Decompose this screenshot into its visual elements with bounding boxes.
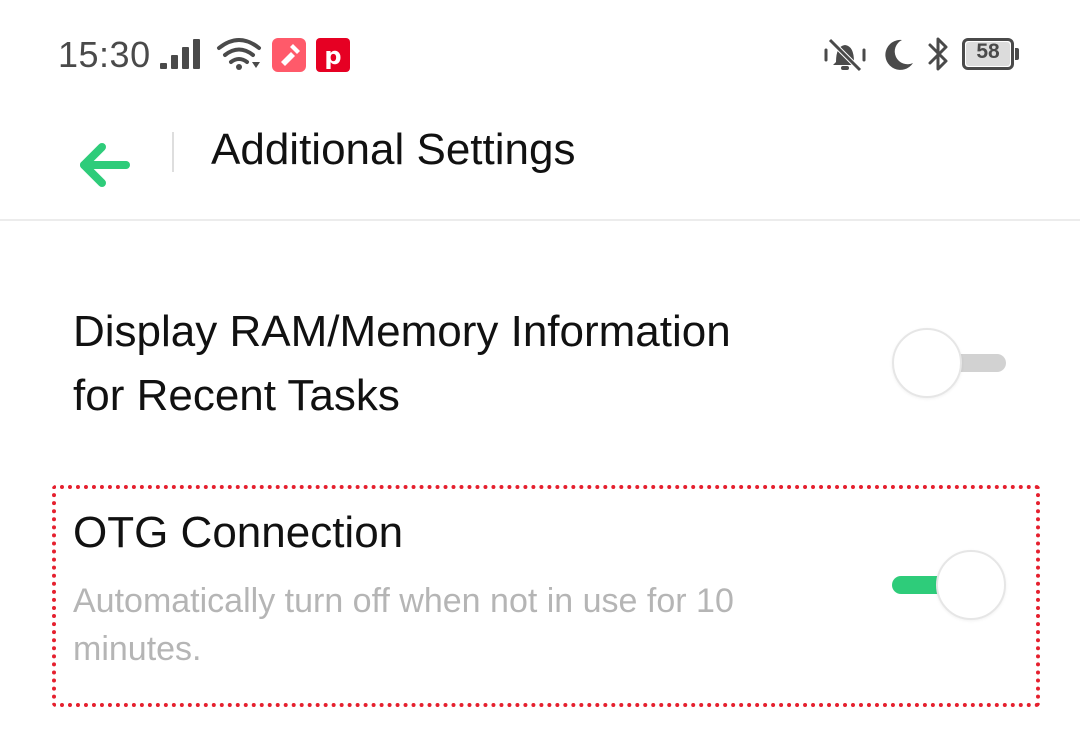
app-bar: Additional Settings (0, 105, 1080, 221)
ram-info-toggle[interactable] (890, 325, 1010, 401)
svg-text:p: p (324, 42, 341, 70)
back-button[interactable] (64, 119, 148, 203)
otg-subtitle-line2: minutes. (73, 630, 202, 668)
wifi-icon (217, 38, 261, 70)
back-arrow-icon (80, 143, 130, 187)
do-not-disturb-icon (885, 39, 913, 70)
otg-toggle[interactable] (890, 547, 1010, 623)
ram-info-toggle-knob (892, 328, 962, 398)
battery-level: 58 (976, 40, 1000, 63)
signal-icon (160, 39, 200, 69)
status-bar: 15:30 p 58 (0, 0, 1080, 105)
setting-ram-info[interactable]: Display RAM/Memory Information for Recen… (0, 300, 1080, 440)
vibrate-icon (824, 38, 866, 72)
ram-info-title-line1: Display RAM/Memory Information (73, 307, 731, 356)
otg-subtitle-line1: Automatically turn off when not in use f… (73, 582, 734, 620)
pinterest-icon: p (316, 38, 350, 72)
app-notification-icon (272, 38, 306, 72)
bluetooth-icon (928, 37, 948, 71)
page-title: Additional Settings (211, 125, 576, 174)
otg-toggle-knob (936, 550, 1006, 620)
status-time: 15:30 (58, 34, 151, 75)
otg-title: OTG Connection (73, 508, 404, 557)
setting-otg-connection[interactable]: OTG Connection Automatically turn off wh… (0, 485, 1080, 705)
app-bar-divider (172, 132, 174, 172)
battery-icon: 58 (962, 38, 1020, 70)
ram-info-title-line2: for Recent Tasks (73, 371, 400, 420)
